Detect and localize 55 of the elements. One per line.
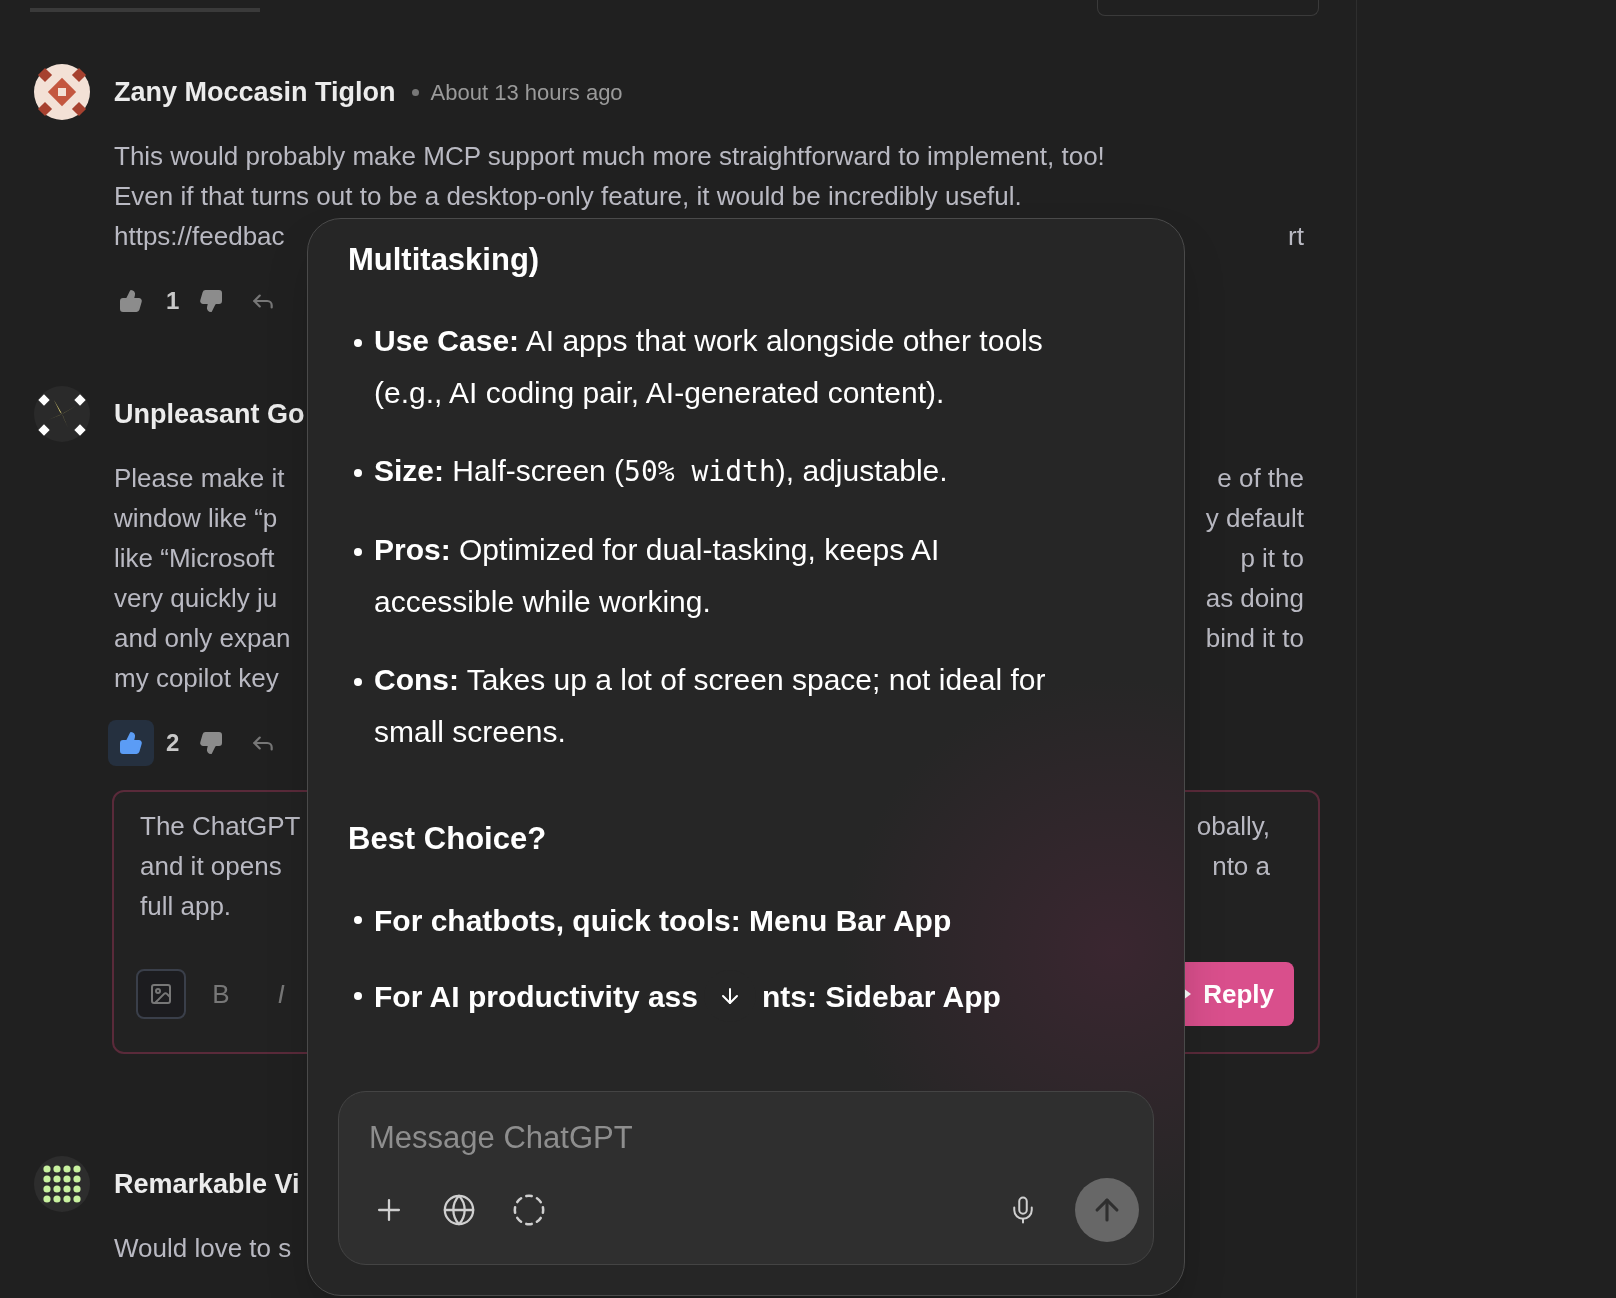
timestamp: About 13 hours ago [430, 78, 623, 107]
avatar [34, 64, 90, 120]
comment-text: bind it to [1205, 621, 1304, 655]
bullet [354, 916, 362, 924]
response-text: nts: Sidebar App [761, 978, 1001, 1015]
comment-text: as doing [1205, 581, 1304, 615]
comment-text: https://feedbac [114, 219, 285, 253]
response-heading: Best Choice? [348, 819, 548, 858]
comment-text: like “Microsoft [114, 541, 275, 575]
thumbs-up-icon [119, 289, 143, 313]
vote-count: 1 [166, 286, 180, 316]
response-text: For chatbots, quick tools: Menu Bar App [374, 902, 952, 939]
comment-text: window like “p [114, 501, 278, 535]
comment-text: Please make it [114, 461, 285, 495]
comment-text: p it to [1240, 541, 1304, 575]
author-name: Remarkable Vi [114, 1167, 300, 1201]
response-heading: Multitasking) [348, 240, 541, 279]
response-text: Cons: Takes up a lot of screen space; not ideal for small screens. [374, 662, 1047, 750]
bullet [354, 548, 362, 556]
response-text: Size: Half-screen (50% width), adjustable. [374, 453, 949, 490]
vote-count: 2 [166, 728, 180, 758]
response-text: For AI productivity ass [374, 978, 698, 1015]
response-text: Use Case: AI apps that work alongside other tools (e.g., AI coding pair, AI-generated content). [374, 323, 1044, 411]
upvote-button[interactable] [108, 720, 154, 766]
comment-text: full app. [140, 889, 232, 923]
comment-text: obally, [1196, 809, 1270, 843]
author-name: Zany Moccasin Tiglon [114, 75, 396, 109]
bullet [354, 469, 362, 477]
bullet [354, 339, 362, 347]
image-icon [149, 982, 173, 1006]
comment-text: e of the [1217, 461, 1304, 495]
comment-text: Even if that turns out to be a desktop-only feature, it would be incredibly useful. [114, 179, 1022, 213]
author-name: Unpleasant Go [114, 397, 305, 431]
comment-text: and it opens [140, 849, 282, 883]
comment-text: y default [1205, 501, 1304, 535]
comment-text: very quickly ju [114, 581, 278, 615]
bullet [354, 678, 362, 686]
comment-text: Would love to s [114, 1231, 292, 1265]
comment-text: rt [1288, 219, 1304, 253]
response-text: Pros: Optimized for dual-tasking, keeps AI accessible while working. [374, 532, 941, 620]
italic-button[interactable]: I [256, 969, 306, 1019]
thumbs-up-icon [119, 731, 143, 755]
thumbs-down-icon [199, 731, 224, 755]
comment-text: nto a [1212, 849, 1270, 883]
bold-button[interactable]: B [196, 969, 246, 1019]
message-input[interactable]: Message ChatGPT [369, 1116, 1123, 1160]
thumbs-down-icon [199, 289, 224, 313]
comment-text: This would probably make MCP support much more straightforward to implement, too! [114, 139, 1105, 173]
comment-text: The ChatGPT [140, 809, 301, 843]
insert-image-button[interactable] [136, 969, 186, 1019]
comment-text: and only expan [114, 621, 291, 655]
avatar [34, 386, 90, 442]
bullet [354, 992, 362, 1000]
comment-text: my copilot key [114, 661, 279, 695]
avatar [34, 1156, 90, 1212]
